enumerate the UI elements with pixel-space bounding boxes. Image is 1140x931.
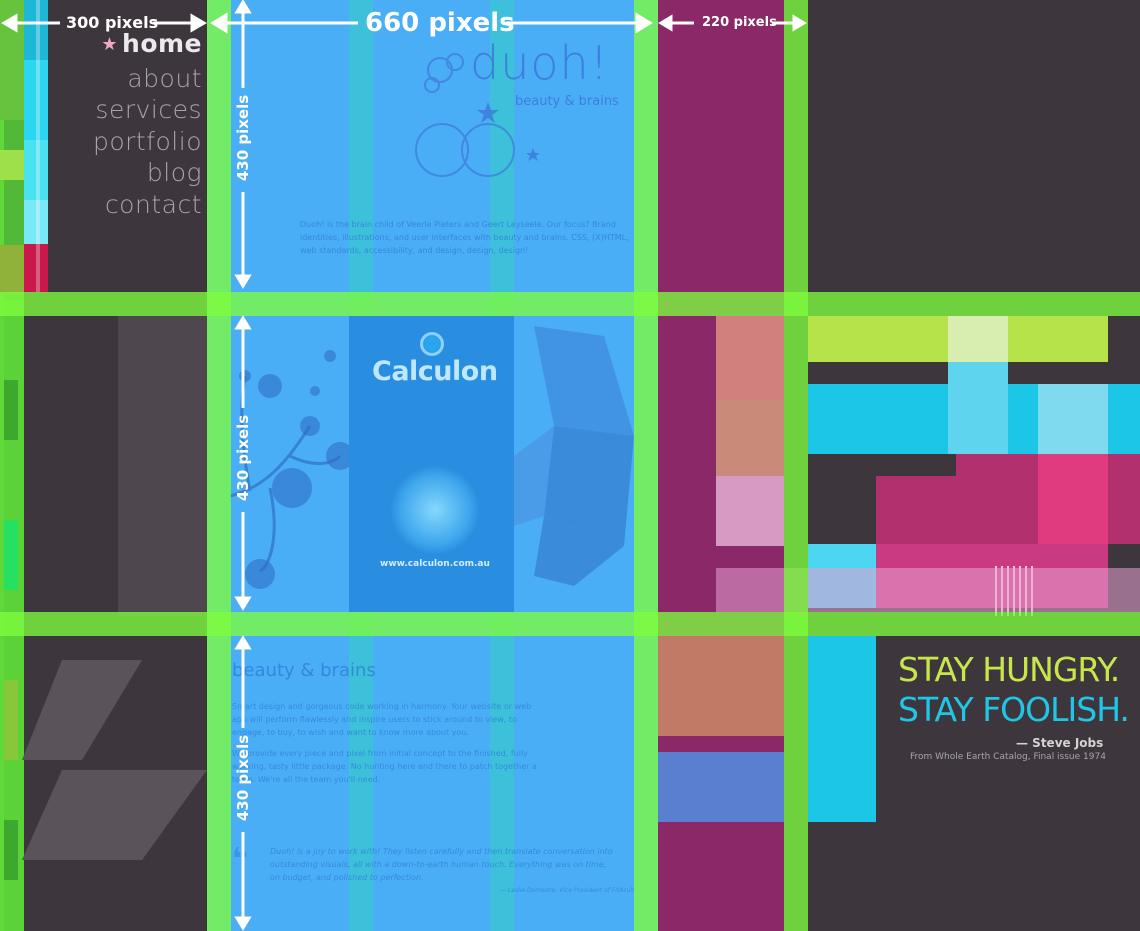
measure-label-row: 430 pixels [234, 94, 252, 182]
measure-label-left: 300 pixels [66, 13, 159, 32]
measure-label-main: 660 pixels [365, 8, 515, 38]
measure-label-right: 220 pixels [702, 15, 777, 30]
measure-label-row: 430 pixels [234, 734, 252, 822]
measurement-arrows [1, 0, 807, 931]
page-canvas: ★ home about services portfolio blog cont… [0, 0, 1140, 931]
measure-label-row: 430 pixels [234, 414, 252, 502]
